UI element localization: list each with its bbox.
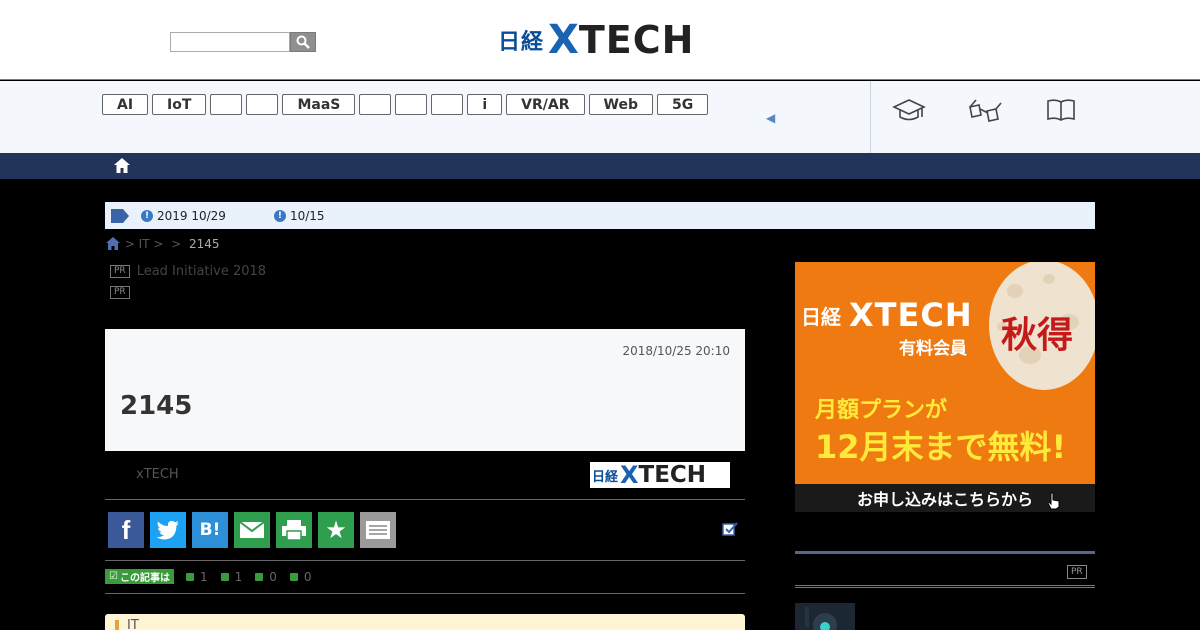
- pr-link-text: Lead Initiative 2018: [136, 264, 267, 279]
- sidebar-divider: [795, 551, 1095, 554]
- breadcrumb: > IT > > 2145: [105, 236, 219, 251]
- reaction-item[interactable]: 0: [255, 570, 277, 584]
- graduation-cap-icon: [892, 99, 926, 121]
- divider: [105, 560, 745, 561]
- reaction-item[interactable]: 1: [185, 570, 208, 584]
- ad-copy-line1: 月額プランが: [815, 398, 948, 423]
- notice-item[interactable]: ! 10/15: [273, 209, 325, 223]
- main-menu-bar: [0, 153, 1200, 179]
- alert-icon: !: [141, 209, 153, 222]
- pr-link[interactable]: PR: [110, 286, 137, 299]
- nav-tag-vr-ar[interactable]: VR/AR: [506, 94, 585, 115]
- nav-academy-link[interactable]: [890, 95, 928, 125]
- book-icon: [1047, 99, 1075, 121]
- notice-item[interactable]: ! 2019 10/29: [141, 209, 226, 223]
- nav-tag-web[interactable]: Web: [588, 94, 653, 115]
- star-icon: ★: [325, 516, 347, 544]
- pr-badge: PR: [1067, 565, 1087, 579]
- logo-tech: TECH: [578, 18, 695, 62]
- reaction-bar: ☑ この記事は 1 1 0 0: [105, 569, 325, 584]
- divider: [105, 593, 745, 594]
- printer-icon: [282, 520, 306, 541]
- logo-x: X: [548, 17, 579, 63]
- site-header: 日経 X TECH: [0, 0, 1200, 80]
- pr-badge: PR: [110, 286, 130, 299]
- hatena-icon: B!: [199, 520, 221, 540]
- ad-member-text: 有料会員: [899, 339, 967, 359]
- nav-tag-maas[interactable]: MaaS: [282, 94, 356, 115]
- article-header: 2018/10/25 20:10 2145: [105, 329, 745, 451]
- memo-button[interactable]: [360, 512, 396, 548]
- nav-icon-group: [890, 95, 1080, 125]
- search-icon: [296, 35, 310, 49]
- nav-tag-iot[interactable]: IoT: [152, 94, 207, 115]
- hatena-bookmark-button[interactable]: B!: [192, 512, 228, 548]
- category-label: IT: [127, 618, 139, 630]
- ad-headline: 秋得: [1001, 315, 1074, 356]
- breadcrumb-path[interactable]: > IT >: [121, 237, 167, 251]
- nav-tag-ai[interactable]: AI: [102, 94, 149, 115]
- category-marker: [115, 620, 119, 630]
- pr-badge: PR: [110, 265, 130, 278]
- nav-tag[interactable]: [359, 94, 392, 115]
- home-icon[interactable]: [105, 236, 121, 251]
- clip-article-icon[interactable]: [722, 521, 738, 537]
- twitter-share-button[interactable]: [150, 512, 186, 548]
- logo-nikkei: 日経: [498, 30, 545, 55]
- category-nav: AI IoT MaaS i VR/AR Web 5G ◀: [0, 81, 1200, 153]
- ad-banner[interactable]: 日経 XTECH 有料会員 秋得 月額プランが 12月末まで無料! お申し込みは…: [795, 262, 1095, 512]
- twitter-icon: [156, 520, 179, 540]
- nav-divider: [870, 81, 871, 153]
- article-title: 2145: [120, 391, 193, 421]
- breadcrumb-current: 2145: [188, 236, 220, 251]
- hand-cursor-icon: [1047, 492, 1060, 510]
- facebook-icon: f: [121, 514, 131, 545]
- print-button[interactable]: [276, 512, 312, 548]
- pr-link[interactable]: PR Lead Initiative 2018: [110, 264, 266, 279]
- mail-icon: [239, 521, 265, 538]
- nav-tag[interactable]: [395, 94, 428, 115]
- nav-tag[interactable]: [431, 94, 464, 115]
- notice-arrow-icon: [111, 208, 129, 223]
- memo-icon: [366, 521, 390, 539]
- sidebar-divider: [795, 585, 1095, 588]
- reaction-item[interactable]: 0: [289, 570, 312, 584]
- divider: [105, 499, 745, 500]
- site-logo[interactable]: 日経 X TECH: [498, 20, 694, 60]
- favorite-button[interactable]: ★: [318, 512, 354, 548]
- category-box[interactable]: IT: [105, 614, 745, 630]
- nav-tag-list: AI IoT MaaS i VR/AR Web 5G: [102, 94, 709, 115]
- notice-bar: ! 2019 10/29 ! 10/15: [105, 202, 1095, 229]
- alert-icon: !: [273, 209, 286, 222]
- reaction-item[interactable]: 1: [220, 570, 242, 584]
- nav-tag[interactable]: [210, 94, 243, 115]
- ad-logo: 日経 XTECH: [801, 296, 973, 334]
- glasses-icon: [969, 99, 1002, 122]
- nav-tag-5g[interactable]: 5G: [656, 94, 709, 115]
- ad-copy-line2: 12月末まで無料!: [815, 428, 1067, 466]
- thumbnail-image: [805, 607, 837, 630]
- share-buttons: f B! ★: [108, 512, 396, 548]
- nav-book-link[interactable]: [1042, 95, 1080, 125]
- reaction-label: ☑ この記事は: [105, 569, 174, 584]
- nav-tag-i[interactable]: i: [467, 94, 503, 115]
- search-input[interactable]: [170, 32, 290, 52]
- nav-glasses-link[interactable]: [966, 95, 1004, 125]
- check-icon: ☑: [109, 571, 118, 582]
- article-date: 2018/10/25 20:10: [622, 344, 730, 358]
- article-byline: xTECH: [136, 467, 179, 482]
- sidebar-thumbnail[interactable]: [795, 603, 855, 630]
- nav-scroll-arrow[interactable]: ◀: [766, 111, 775, 125]
- nav-tag[interactable]: [246, 94, 279, 115]
- home-icon[interactable]: [112, 156, 132, 176]
- facebook-share-button[interactable]: f: [108, 512, 144, 548]
- mail-share-button[interactable]: [234, 512, 270, 548]
- byline-logo[interactable]: 日経 X TECH: [590, 462, 730, 488]
- search-button[interactable]: [290, 32, 316, 52]
- breadcrumb-sep: >: [167, 236, 185, 251]
